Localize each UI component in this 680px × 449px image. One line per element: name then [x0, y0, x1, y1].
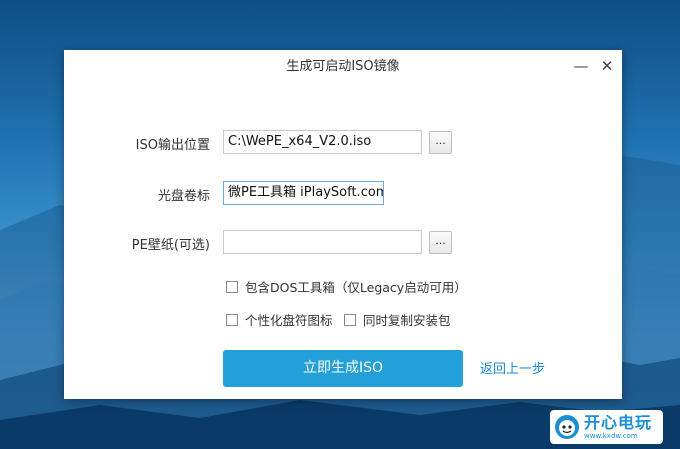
back-link[interactable]: 返回上一步	[480, 358, 545, 377]
iso-output-browse-button[interactable]: ...	[429, 131, 452, 154]
personalize-icon-checkbox[interactable]: 个性化盘符图标	[226, 310, 333, 329]
checkbox-icon	[226, 313, 238, 326]
checkbox-icon	[226, 280, 238, 293]
wallpaper-label: PE壁纸(可选)	[131, 238, 210, 253]
watermark-url: www.kxdw.com	[584, 431, 638, 440]
include-dos-label: 包含DOS工具箱（仅Legacy启动可用）	[245, 280, 467, 295]
generate-iso-button[interactable]: 立即生成ISO	[223, 350, 463, 387]
wallpaper-browse-button[interactable]: ...	[429, 231, 452, 254]
volume-label-field[interactable]: 微PE工具箱 iPlaySoft.com	[223, 181, 384, 205]
copy-installer-label: 同时复制安装包	[363, 313, 451, 328]
volume-label-label: 光盘卷标	[157, 189, 210, 204]
close-icon[interactable]: ✕	[599, 58, 615, 74]
minimize-icon[interactable]: —	[573, 58, 589, 74]
copy-installer-checkbox[interactable]: 同时复制安装包	[344, 310, 451, 329]
personalize-icon-label: 个性化盘符图标	[245, 313, 333, 328]
iso-output-field[interactable]: C:\WePE_x64_V2.0.iso	[223, 130, 422, 154]
mascot-icon	[555, 415, 579, 439]
window-title: 生成可启动ISO镜像	[286, 59, 400, 74]
include-dos-checkbox[interactable]: 包含DOS工具箱（仅Legacy启动可用）	[226, 277, 467, 296]
iso-output-label: ISO输出位置	[135, 138, 210, 153]
watermark-title: 开心电玩	[584, 412, 653, 432]
site-watermark: 开心电玩 www.kxdw.com	[550, 410, 663, 444]
iso-dialog-window: 生成可启动ISO镜像 — ✕ ISO输出位置 C:\WePE_x64_V2.0.…	[64, 50, 622, 399]
checkbox-icon	[344, 313, 356, 326]
wallpaper-field[interactable]	[223, 230, 422, 254]
